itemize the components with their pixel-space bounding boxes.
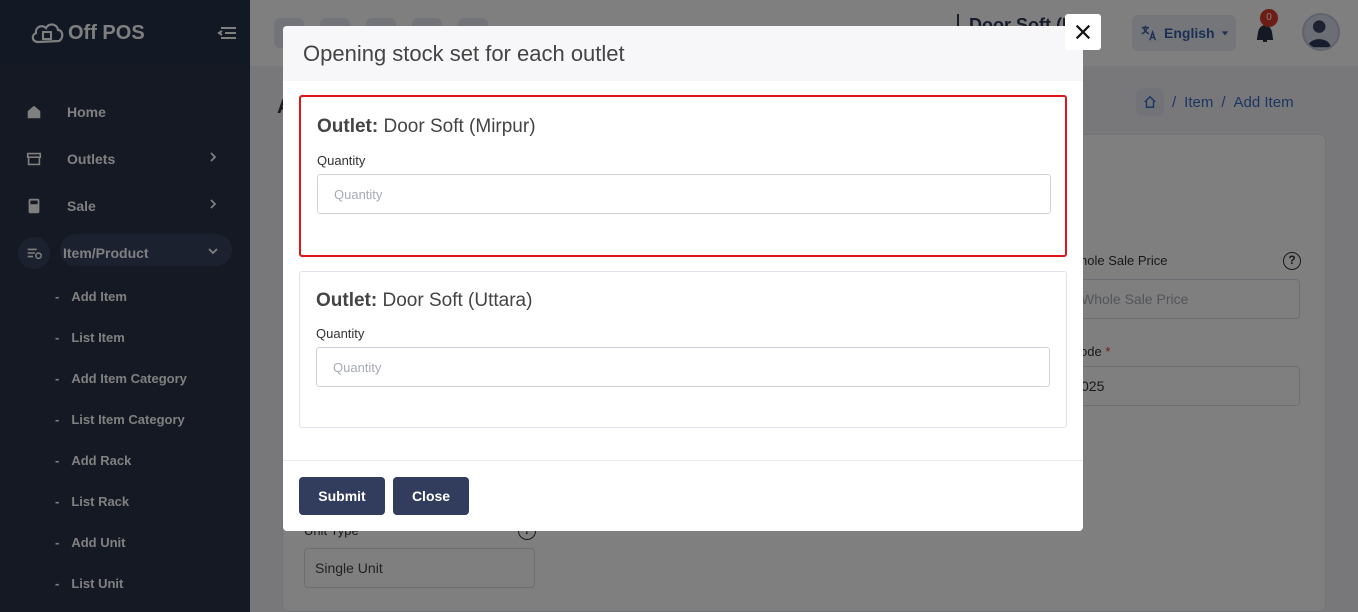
outlet-name: Door Soft (Uttara) (382, 290, 533, 311)
modal-footer: Submit Close (283, 460, 1083, 531)
modal-header: Opening stock set for each outlet (283, 26, 1083, 81)
quantity-input[interactable] (316, 347, 1050, 387)
outlet-heading: Outlet: Door Soft (Mirpur) (317, 116, 536, 138)
quantity-label: Quantity (317, 153, 366, 168)
modal-title: Opening stock set for each outlet (303, 40, 625, 66)
modal-close-button[interactable] (1065, 14, 1101, 50)
outlet-stock-card: Outlet: Door Soft (Uttara) Quantity (299, 271, 1067, 428)
outlet-name: Door Soft (Mirpur) (383, 116, 536, 137)
quantity-label: Quantity (316, 326, 365, 341)
outlet-prefix: Outlet: (316, 290, 378, 311)
opening-stock-modal: Opening stock set for each outlet Outlet… (283, 26, 1083, 531)
outlet-stock-card: Outlet: Door Soft (Mirpur) Quantity (299, 95, 1067, 257)
submit-button[interactable]: Submit (299, 477, 385, 515)
close-button[interactable]: Close (393, 477, 469, 515)
quantity-input[interactable] (317, 174, 1051, 214)
close-icon (1075, 24, 1091, 40)
outlet-heading: Outlet: Door Soft (Uttara) (316, 290, 532, 312)
outlet-prefix: Outlet: (317, 116, 379, 137)
